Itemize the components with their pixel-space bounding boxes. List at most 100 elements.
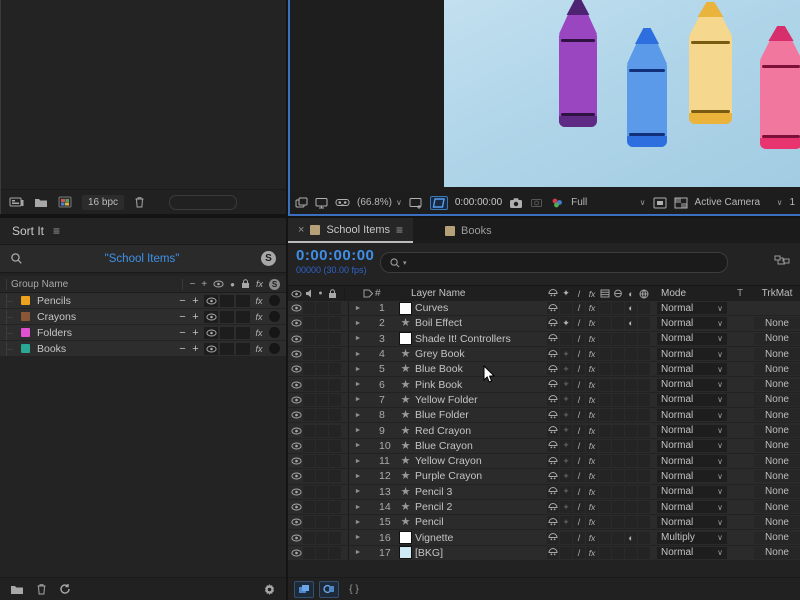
expand-arrow-icon[interactable]: ► bbox=[352, 320, 364, 327]
layer-solo-toggle[interactable] bbox=[316, 501, 328, 513]
layer-solo-toggle[interactable] bbox=[316, 379, 328, 391]
expand-arrow-icon[interactable]: ► bbox=[352, 458, 364, 465]
group-fx-toggle[interactable]: fx bbox=[252, 327, 266, 339]
threed-toggle[interactable] bbox=[638, 501, 650, 513]
shy-toggle[interactable] bbox=[547, 317, 559, 329]
group-row[interactable]: Folders−+fx bbox=[0, 325, 286, 341]
mode-dropdown[interactable]: Normal∨ bbox=[657, 486, 727, 498]
threed-toggle[interactable] bbox=[638, 363, 650, 375]
layer-row[interactable]: ►6★Pink Book✦/fxNormal∨None bbox=[288, 377, 800, 392]
motion-blur-toggle[interactable] bbox=[612, 363, 624, 375]
expand-arrow-icon[interactable]: ► bbox=[352, 534, 364, 541]
layer-solo-toggle[interactable] bbox=[316, 440, 328, 452]
mode-dropdown[interactable]: Normal∨ bbox=[657, 379, 727, 391]
collapse-toggle[interactable]: ✦ bbox=[560, 425, 572, 437]
layer-audio-toggle[interactable] bbox=[303, 501, 315, 513]
shy-toggle[interactable] bbox=[547, 501, 559, 513]
trkmat-dropdown[interactable]: None bbox=[754, 333, 800, 345]
layer-audio-toggle[interactable] bbox=[303, 470, 315, 482]
layer-name[interactable]: Pencil 3 bbox=[415, 486, 547, 498]
fx-toggle[interactable]: fx bbox=[586, 302, 598, 314]
layer-solo-toggle[interactable] bbox=[316, 486, 328, 498]
layer-row[interactable]: ►17[BKG]/fxNormal∨None bbox=[288, 546, 800, 561]
quality-toggle[interactable]: / bbox=[573, 379, 585, 391]
fx-toggle[interactable]: fx bbox=[586, 409, 598, 421]
layer-audio-toggle[interactable] bbox=[303, 302, 315, 314]
collapse-toggle[interactable] bbox=[560, 532, 572, 544]
layer-eye-toggle[interactable] bbox=[290, 503, 303, 511]
transfer-controls-pane-toggle[interactable] bbox=[319, 581, 339, 598]
plus-icon[interactable]: + bbox=[201, 279, 207, 290]
fx-toggle[interactable]: fx bbox=[586, 501, 598, 513]
layer-row[interactable]: ►16Vignette/fx◐Multiply∨None bbox=[288, 530, 800, 545]
layer-audio-toggle[interactable] bbox=[303, 547, 315, 559]
quality-toggle[interactable]: / bbox=[573, 348, 585, 360]
mode-dropdown[interactable]: Normal∨ bbox=[657, 394, 727, 406]
search-input[interactable]: "School Items" bbox=[23, 253, 261, 265]
layer-row[interactable]: ►12★Purple Crayon✦/fxNormal∨None bbox=[288, 469, 800, 484]
layer-audio-toggle[interactable] bbox=[303, 486, 315, 498]
fx-toggle[interactable]: fx bbox=[586, 455, 598, 467]
threed-toggle[interactable] bbox=[638, 486, 650, 498]
layer-audio-toggle[interactable] bbox=[303, 379, 315, 391]
shy-toggle[interactable] bbox=[547, 547, 559, 559]
fx-toggle[interactable]: fx bbox=[586, 470, 598, 482]
bit-depth-button[interactable]: 16 bpc bbox=[82, 195, 124, 210]
refresh-icon[interactable] bbox=[59, 583, 71, 595]
layer-name[interactable]: Curves bbox=[415, 302, 547, 314]
timeline-search-field[interactable]: ▾ bbox=[380, 252, 728, 273]
vr-goggles-icon[interactable] bbox=[335, 197, 350, 209]
threed-toggle[interactable] bbox=[638, 470, 650, 482]
layer-solo-toggle[interactable] bbox=[316, 409, 328, 421]
collapse-toggle[interactable]: ✦ bbox=[560, 455, 572, 467]
fx-toggle[interactable]: fx bbox=[586, 547, 598, 559]
group-eye-toggle[interactable] bbox=[204, 343, 218, 355]
always-preview-icon[interactable] bbox=[295, 197, 308, 209]
group-select-circle[interactable] bbox=[269, 311, 280, 322]
layer-name[interactable]: Pencil 2 bbox=[415, 501, 547, 513]
group-solo-cell[interactable] bbox=[220, 295, 234, 307]
shy-toggle[interactable] bbox=[547, 302, 559, 314]
quality-toggle[interactable]: / bbox=[573, 470, 585, 482]
quality-toggle[interactable]: / bbox=[573, 394, 585, 406]
layer-name[interactable]: Blue Crayon bbox=[415, 440, 547, 452]
view-layout-dropdown[interactable]: Active Camera ∨ bbox=[695, 197, 783, 208]
layer-eye-toggle[interactable] bbox=[290, 350, 303, 358]
threed-toggle[interactable] bbox=[638, 379, 650, 391]
quality-toggle[interactable]: / bbox=[573, 547, 585, 559]
shy-toggle[interactable] bbox=[547, 455, 559, 467]
collapse-toggle[interactable]: ✦ bbox=[560, 348, 572, 360]
group-eye-toggle[interactable] bbox=[204, 311, 218, 323]
group-select-circle[interactable] bbox=[269, 343, 280, 354]
transparency-grid-icon[interactable] bbox=[674, 197, 688, 209]
add-to-group-button[interactable]: + bbox=[189, 311, 202, 323]
quality-toggle[interactable]: / bbox=[573, 532, 585, 544]
group-lock-cell[interactable] bbox=[236, 343, 250, 355]
group-color-swatch[interactable] bbox=[21, 328, 30, 337]
shy-toggle[interactable] bbox=[547, 486, 559, 498]
expand-arrow-icon[interactable]: ► bbox=[352, 335, 364, 342]
snapshot-camera-icon[interactable] bbox=[509, 197, 523, 209]
eye-icon[interactable] bbox=[213, 280, 224, 288]
frame-blend-toggle[interactable] bbox=[599, 425, 611, 437]
layer-solo-toggle[interactable] bbox=[316, 317, 328, 329]
search-options-chevron[interactable]: ▾ bbox=[403, 259, 407, 267]
motion-blur-toggle[interactable] bbox=[612, 501, 624, 513]
layer-eye-toggle[interactable] bbox=[290, 488, 303, 496]
fx-toggle[interactable]: fx bbox=[586, 317, 598, 329]
layer-row[interactable]: ►5★Blue Book✦/fxNormal∨None bbox=[288, 362, 800, 377]
fx-toggle[interactable]: fx bbox=[586, 486, 598, 498]
remove-from-group-button[interactable]: − bbox=[176, 343, 189, 355]
trkmat-dropdown[interactable]: None bbox=[754, 455, 800, 467]
threed-toggle[interactable] bbox=[638, 440, 650, 452]
lock-column-icon[interactable] bbox=[326, 289, 338, 299]
shy-toggle[interactable] bbox=[547, 394, 559, 406]
adjustment-toggle[interactable]: ◐ bbox=[625, 302, 637, 314]
mode-dropdown[interactable]: Normal∨ bbox=[657, 333, 727, 345]
collapse-toggle[interactable]: ✦ bbox=[560, 516, 572, 528]
layer-solo-toggle[interactable] bbox=[316, 363, 328, 375]
layer-lock-toggle[interactable] bbox=[329, 532, 341, 544]
current-time-display[interactable]: 0:00:00:00 bbox=[296, 247, 374, 264]
fx-toggle[interactable]: fx bbox=[586, 348, 598, 360]
expand-arrow-icon[interactable]: ► bbox=[352, 366, 364, 373]
